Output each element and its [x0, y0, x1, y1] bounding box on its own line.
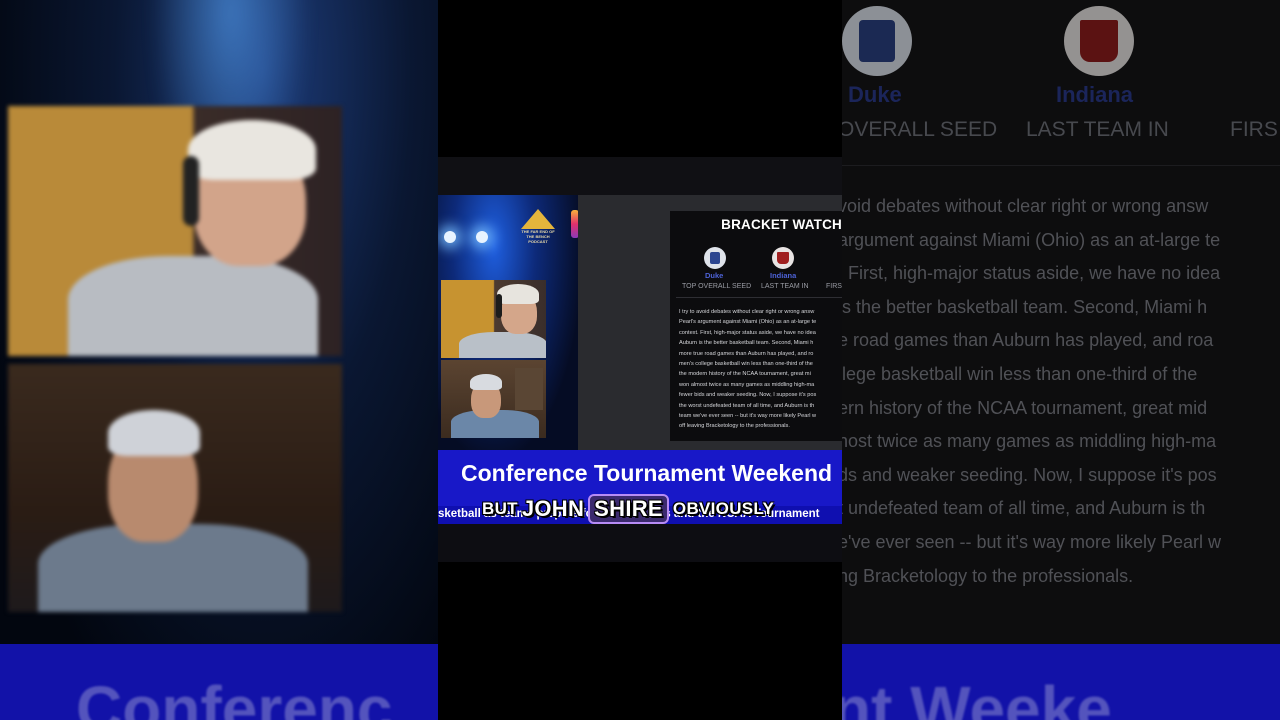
subtitle-caption: BUT JOHN SHIRE OBVIOUSLY: [482, 493, 774, 525]
background-webcam-bottom: [8, 364, 342, 612]
article-heading: BRACKET WATCH: [721, 217, 842, 232]
article-line: I try to avoid debates without clear rig…: [679, 309, 815, 315]
background-banner-left: Conferenc: [0, 644, 438, 720]
indiana-logo-icon: [772, 247, 794, 269]
blur-overlay: [842, 0, 1280, 720]
background-webcam-top: [8, 106, 342, 356]
video-frame[interactable]: THE FAR END OF THE BENCH PODCAST BRACKET…: [438, 157, 842, 562]
duke-logo-icon: [704, 247, 726, 269]
article-line: Auburn is the better basketball team. Se…: [679, 340, 814, 347]
team-name: Duke: [705, 271, 724, 280]
caption-word: OBVIOUSLY: [672, 499, 775, 518]
background-right-blur: Duke Indiana OVERALL SEED LAST TEAM IN F…: [842, 0, 1280, 720]
team-sub: LAST TEAM IN: [761, 283, 809, 290]
background-banner-right: nt Weeke: [842, 644, 1280, 720]
article-line: off leaving Bracketology to the professi…: [679, 423, 790, 430]
article-line: Pearl's argument against Miami (Ohio) as…: [679, 319, 817, 326]
podcast-logo: THE FAR END OF THE BENCH PODCAST: [518, 207, 558, 247]
article-line: fewer bids and weaker seeding. Now, I su…: [679, 392, 817, 399]
divider: [676, 297, 842, 298]
team-name: Indiana: [770, 271, 797, 280]
caption-word: BUT: [482, 499, 518, 518]
article-line: won almost twice as many games as middli…: [679, 381, 815, 388]
article-line: the modern history of the NCAA tournamen…: [679, 371, 811, 378]
mountain-icon: [521, 209, 555, 229]
article-line: team we've ever seen -- but it's way mor…: [679, 412, 817, 419]
webcam-host-2: [441, 360, 546, 438]
article-line: the worst undefeated team of all time, a…: [679, 402, 815, 409]
webcam-host-1: [441, 280, 546, 358]
article-line: more true road games than Auburn has pla…: [679, 350, 814, 357]
article-line: context. First, high-major status aside,…: [679, 329, 816, 336]
video-player[interactable]: THE FAR END OF THE BENCH PODCAST BRACKET…: [438, 0, 842, 720]
spotlight-icon: [444, 231, 456, 243]
background-left-blur: Conferenc: [0, 0, 438, 720]
team-sub: TOP OVERALL SEED: [682, 283, 752, 290]
caption-word: JOHN: [521, 496, 585, 521]
bracket-watch-article: BRACKET WATCH Duke Indiana TOP OVERALL S…: [670, 211, 842, 441]
caption-word-highlighted: SHIRE: [588, 494, 669, 524]
instagram-icon: [571, 210, 578, 238]
banner-title: Conference Tournament Weekend: [461, 460, 833, 486]
spotlight-icon: [476, 231, 488, 243]
article-body: I try to avoid debates without clear rig…: [679, 307, 842, 432]
background-banner-text: nt Weeke: [842, 673, 1112, 720]
team-sub: FIRS: [826, 283, 842, 290]
article-line: men's college basketball win less than o…: [679, 360, 813, 367]
background-banner-text: Conferenc: [76, 673, 393, 720]
video-top-bar: [438, 157, 842, 195]
podcast-logo-text: THE FAR END OF THE BENCH PODCAST: [521, 229, 555, 244]
